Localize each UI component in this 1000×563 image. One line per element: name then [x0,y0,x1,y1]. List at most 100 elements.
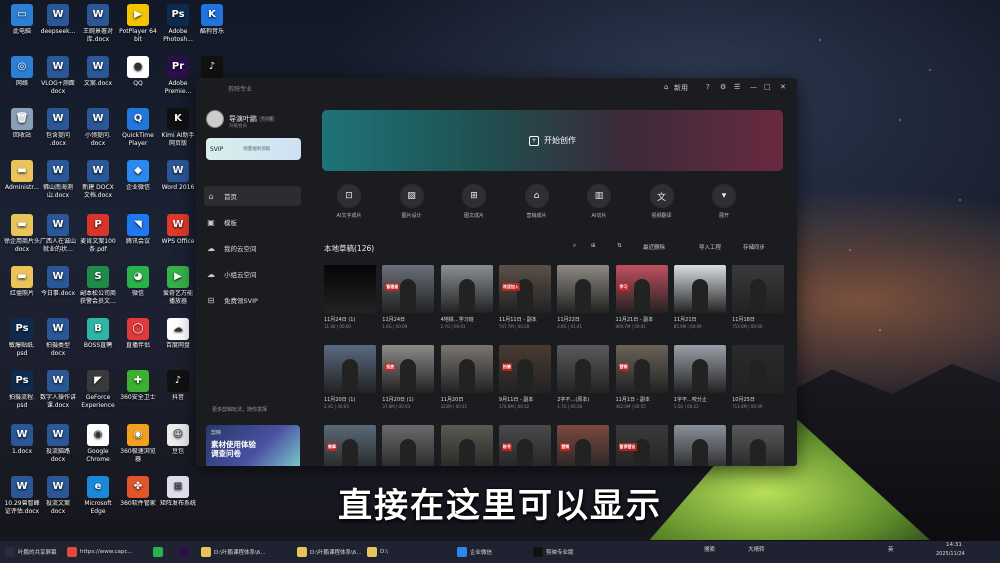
menu-icon[interactable]: ☰ [734,83,740,91]
tool-button[interactable]: ⊞ 图文成片 [454,184,494,219]
draft-card[interactable]: 账号 [498,425,551,466]
draft-thumbnail[interactable] [557,265,610,313]
import-project-button[interactable]: 导入工程 [699,243,721,251]
draft-thumbnail[interactable] [440,265,493,313]
desktop-icon[interactable]: W 小领提问. docx [76,108,120,148]
ime-indicator[interactable]: 英 [888,545,894,553]
taskbar-item[interactable]: 叶鹏的共享屏幕 [2,544,60,560]
desktop-icon[interactable]: Wdeepseek... [36,4,80,36]
draft-thumbnail[interactable] [673,425,726,466]
draft-thumbnail[interactable] [382,425,435,466]
draft-thumbnail[interactable]: 学习 [615,265,668,313]
draft-thumbnail[interactable]: 暂停营业 [615,425,668,466]
taskbar-item[interactable] [176,544,195,560]
grid-view-icon[interactable]: ⊞ [591,243,596,249]
desktop-icon[interactable]: Q QuickTime Player [116,108,160,148]
desktop-icon[interactable]: K 酷狗音乐 [190,4,234,36]
clock-date[interactable]: 2025/11/24 [936,551,965,557]
desktop-icon[interactable]: B BOSS直聘 [76,318,120,350]
desktop-icon[interactable]: W Word 2016 [156,160,200,192]
draft-card[interactable]: 1字不…咬分止 1.5G | 00:22 [673,345,726,409]
desktop-icon[interactable]: ✚ 360安全卫士 [116,370,160,402]
desktop-icon[interactable]: ▶ 爱奇艺万能 播放器 [156,266,200,306]
taskbar-item[interactable]: D:\ [364,544,391,560]
draft-card[interactable] [732,425,785,466]
svip-banner[interactable]: SVIP 限量福利领取 [206,138,301,160]
desktop-icon[interactable]: W 广西人在诚山 就业的状… [36,214,80,254]
draft-thumbnail[interactable] [673,265,726,313]
draft-thumbnail[interactable]: 管理者 [382,265,435,313]
taskbar-item[interactable]: D:\叶鹏课程体系\6... [198,544,269,560]
desktop-icon[interactable]: ◆ 企业微信 [116,160,160,192]
draft-card[interactable]: 2字不…(原本) 1.7G | 00:28 [557,345,610,409]
desktop-icon[interactable]: ♪ [190,56,234,80]
desktop-icon[interactable]: W VLOG+测面 docx [36,56,80,96]
desktop-icon[interactable]: ◉ Google Chrome [76,424,120,464]
desktop-icon[interactable]: W 包含提问 .docx [36,108,80,148]
sidebar-item[interactable]: ⊟ 免费领SVIP [204,290,301,310]
taskbar-item[interactable]: https://www.capc... [64,544,136,560]
desktop-icon[interactable]: ● QQ [116,56,160,88]
desktop-icon[interactable]: W WPS Office [156,214,200,246]
draft-thumbnail[interactable]: 账号 [498,425,551,466]
draft-thumbnail[interactable] [673,345,726,393]
desktop-icon[interactable]: ◤ GeForce Experience [76,370,120,410]
desktop-icon[interactable]: W 新建 DOCX 文档.docx [76,160,120,200]
maximize-button[interactable]: □ [764,83,771,91]
draft-thumbnail[interactable] [440,425,493,466]
draft-thumbnail[interactable]: 投放 [382,345,435,393]
tool-button[interactable]: ▥ AI切片 [579,184,619,219]
draft-thumbnail[interactable]: 做事 [324,425,376,466]
desktop-icon[interactable]: ◕ 微信 [116,266,160,298]
desktop-icon[interactable]: W 文案.docx [76,56,120,88]
sidebar-item[interactable]: ▣ 模板 [204,212,301,232]
draft-thumbnail[interactable]: 营销 [615,345,668,393]
draft-card[interactable]: 暂停营业 [615,425,668,466]
draft-card[interactable] [382,425,435,466]
draft-card[interactable]: 管理者 11月24日 1.6G | 00:09 [382,265,435,329]
tool-button[interactable]: ⊡ AI文字成片 [329,184,369,219]
draft-card[interactable]: 营销 11月1日 - 副本 462.0M | 00:55 [615,345,668,409]
draft-card[interactable] [440,425,493,466]
draft-thumbnail[interactable] [732,425,785,466]
taskbar-item[interactable]: D:\叶鹏课程体系\6... [294,544,365,560]
draft-card[interactable]: 学习 11月21日 - 副本 909.7M | 00:41 [615,265,668,329]
desktop-icon[interactable]: W 投流脑路 docx [36,424,80,464]
sidebar-item[interactable]: ☁ 小组云空间 [204,264,301,284]
taskbar-item[interactable]: 企业微信 [454,544,495,560]
desktop-icon[interactable]: W 王婉景署对 库.docx [76,4,120,44]
desktop-icon[interactable]: W 拍摄类型 docx [36,318,80,358]
tool-button[interactable]: ▨ 图片设计 [392,184,432,219]
desktop-icon[interactable]: ◯ 直播伴侣 [116,318,160,350]
sidebar-item[interactable]: ⌂ 首页 [204,186,301,206]
taskbar-item[interactable]: 剪映专业版 [530,544,577,560]
desktop-icon[interactable]: ◥ 腾讯会议 [116,214,160,246]
avatar[interactable] [206,110,224,128]
desktop-icon[interactable]: ▶ PotPlayer 64 bit [116,4,160,44]
desktop-icon[interactable]: K Kimi AI助手 网页版 [156,108,200,148]
sort-icon[interactable]: ⇅ [617,243,622,249]
draft-thumbnail[interactable]: 拍摄 [498,345,551,393]
draft-thumbnail[interactable] [440,345,493,393]
recently-deleted-button[interactable]: 最近删除 [643,243,665,251]
draft-thumbnail[interactable] [732,345,785,393]
desktop-icon[interactable]: ◉ 360极速浏览 器 [116,424,160,464]
desktop-icon[interactable]: ☺ 豆包 [156,424,200,456]
draft-card[interactable]: 11月24日 (1) 11.4K | 00:00 [324,265,376,329]
clock-time[interactable]: 14:31 [946,542,962,548]
search-icon[interactable]: ⌕ [573,243,576,250]
draft-thumbnail[interactable] [324,345,376,393]
draft-card[interactable]: 11月18日 753.6M | 00:00 [732,265,785,329]
draft-card[interactable]: 11月20日 323M | 00:21 [440,345,493,409]
draft-card[interactable]: 营销 [557,425,610,466]
desktop-icon[interactable]: ♪ 抖音 [156,370,200,402]
draft-card[interactable]: 做事 [324,425,376,466]
weather-widget[interactable]: 大晴转 [748,545,765,553]
taskbar-item[interactable] [150,544,169,560]
home-icon[interactable]: ⌂ [664,83,668,91]
draft-card[interactable]: 拍摄 9月11日 - 副本 176.8M | 00:32 [498,345,551,409]
draft-card[interactable]: 11月22日 2.6G | 01:41 [557,265,610,329]
desktop-icon[interactable]: S 副本松公司商 获警会员文… [76,266,120,306]
draft-card[interactable] [673,425,726,466]
desktop-icon[interactable]: P 麦肯文案100 条.pdf [76,214,120,254]
